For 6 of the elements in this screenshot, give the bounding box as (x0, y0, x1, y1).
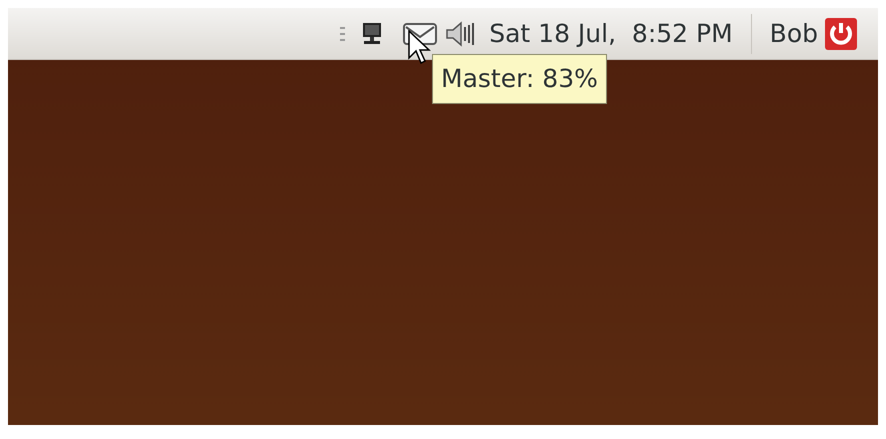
mouse-cursor-icon (408, 30, 432, 66)
user-name[interactable]: Bob (770, 14, 818, 52)
power-icon[interactable] (824, 16, 858, 50)
clock-text[interactable]: Sat 18 Jul, 8:52 PM (489, 14, 733, 52)
handle-icon (340, 26, 346, 40)
tooltip: Master: 83% (432, 54, 607, 104)
